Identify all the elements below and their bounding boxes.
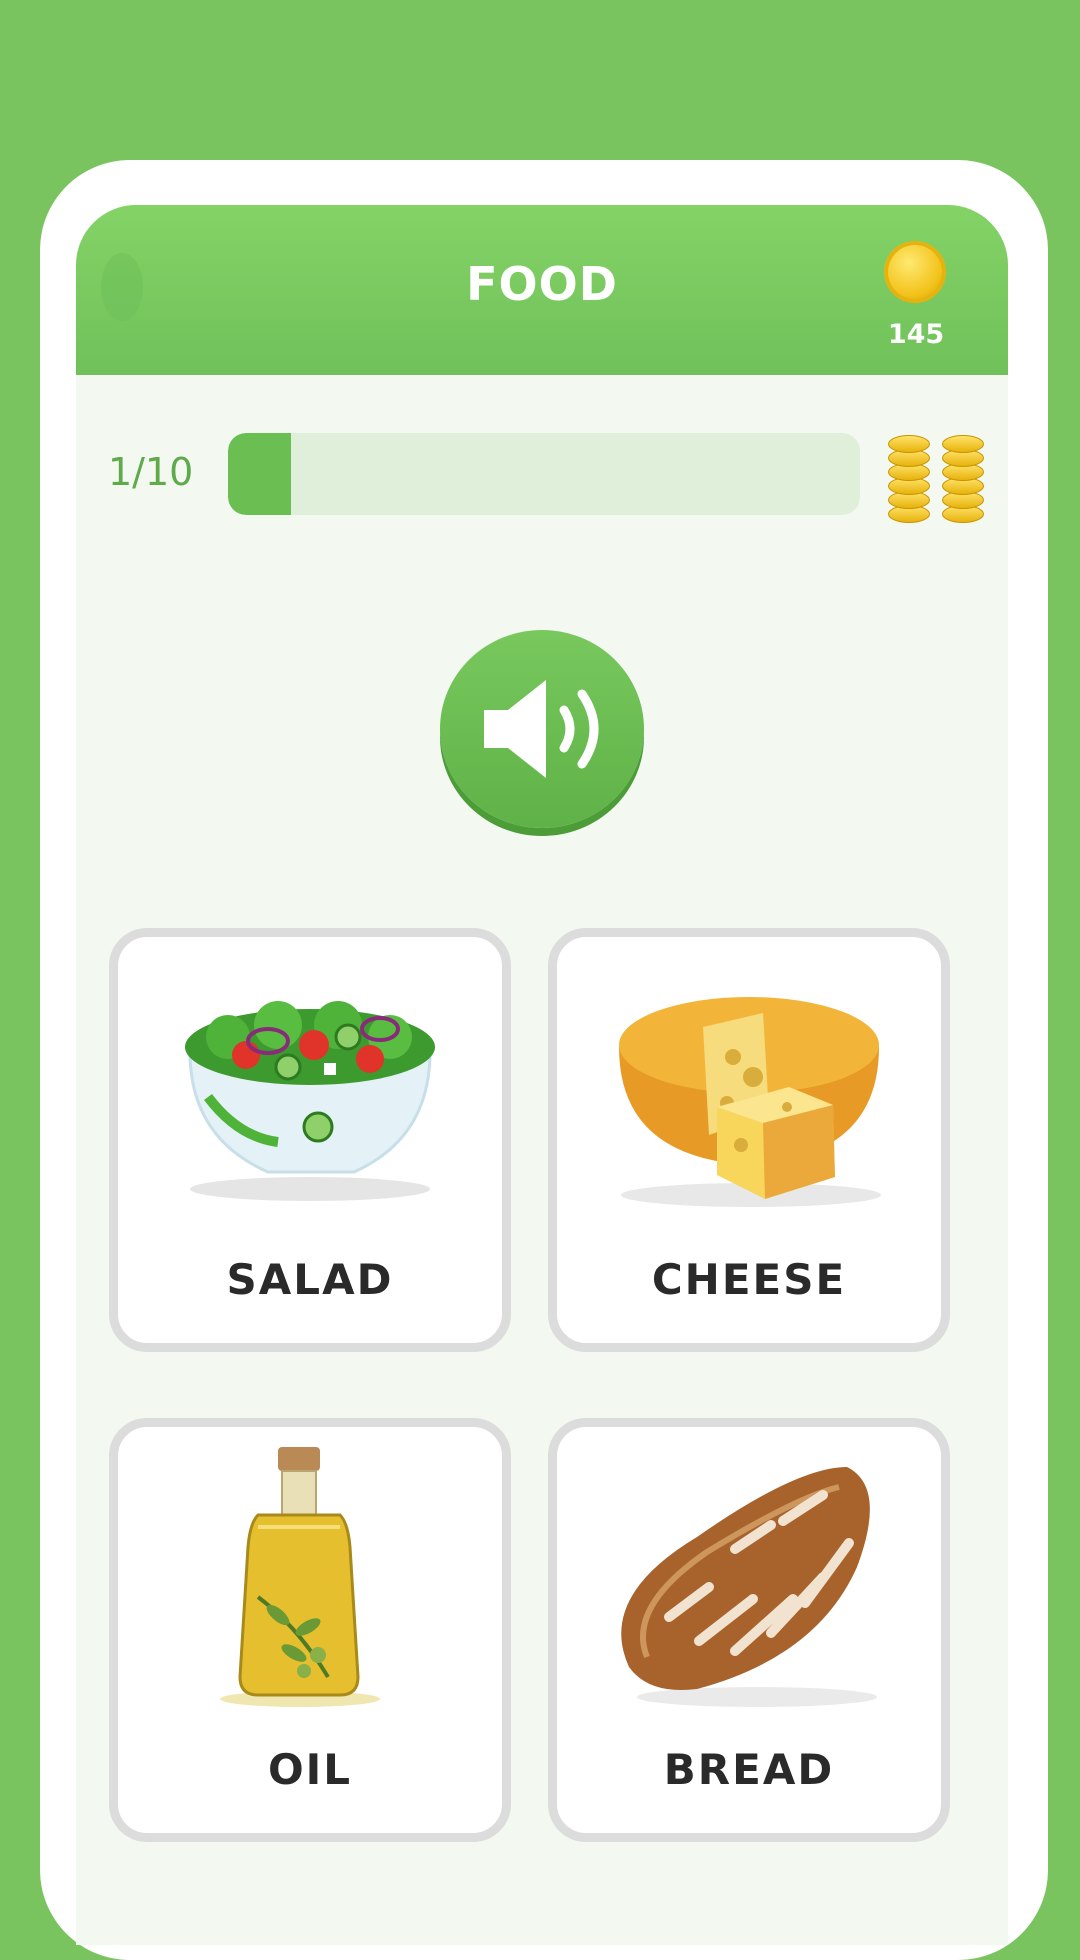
option-label-oil: OIL: [267, 1745, 353, 1794]
progress-bar: [228, 433, 860, 515]
option-card-salad[interactable]: SALAD: [109, 928, 511, 1352]
progress-fill: [228, 433, 292, 515]
bread-image: [621, 1467, 877, 1707]
option-label-salad: SALAD: [226, 1255, 394, 1304]
oil-bottle-image: [220, 1447, 380, 1707]
coin-icon: [884, 241, 946, 303]
option-card-cheese[interactable]: CHEESE: [548, 928, 950, 1352]
app-screen: FOOD 145 1/10 SALAD CHEESE OIL BREAD: [76, 205, 1008, 1945]
play-sound-button[interactable]: [440, 630, 644, 828]
progress-label: 1/10: [108, 450, 194, 494]
option-card-bread[interactable]: BREAD: [548, 1418, 950, 1842]
reward-coins-icon: [886, 425, 986, 525]
speaker-icon: [484, 680, 599, 778]
salad-image: [185, 1001, 435, 1201]
header-bar: FOOD 145: [76, 205, 1008, 375]
cheese-image: [619, 997, 881, 1207]
option-label-cheese: CHEESE: [651, 1255, 847, 1304]
coin-balance: 145: [876, 241, 956, 361]
coin-count: 145: [887, 319, 945, 350]
option-card-oil[interactable]: OIL: [109, 1418, 511, 1842]
page-title: FOOD: [466, 257, 618, 311]
option-label-bread: BREAD: [663, 1745, 835, 1794]
